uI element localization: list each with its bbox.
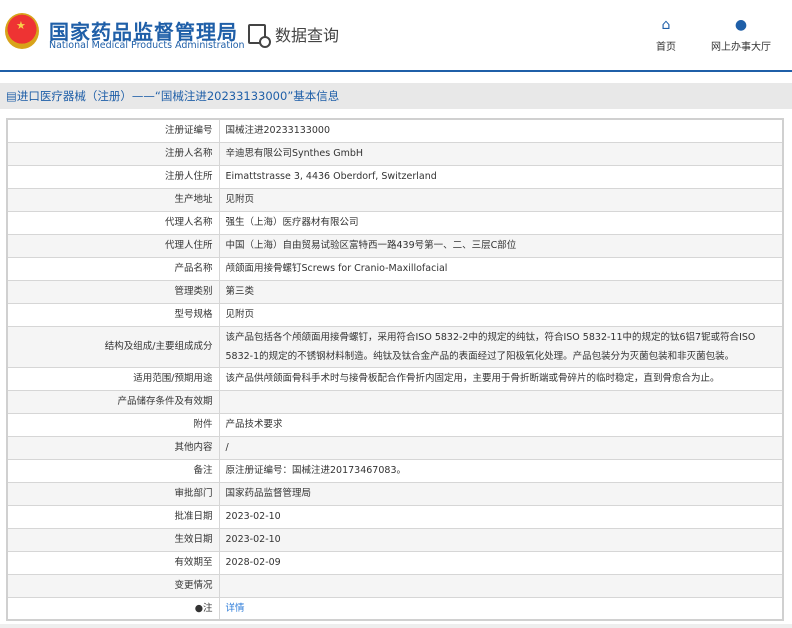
table-row: 其他内容 / xyxy=(6,435,784,460)
field-value: 产品技术要求 xyxy=(218,412,784,437)
field-label: 结构及组成/主要组成成分 xyxy=(6,325,220,368)
field-label: 生产地址 xyxy=(6,187,220,212)
field-value: 颅颌面用接骨螺钉Screws for Cranio-Maxillofacial xyxy=(218,256,784,281)
field-value: 2023-02-10 xyxy=(218,527,784,552)
document-search-icon xyxy=(248,24,271,48)
field-label: 批准日期 xyxy=(6,504,220,529)
table-row: 结构及组成/主要组成成分 该产品包括各个颅颌面用接骨螺钉，采用符合ISO 5832… xyxy=(6,325,784,368)
table-row: 产品名称 颅颌面用接骨螺钉Screws for Cranio-Maxillofac… xyxy=(6,256,784,281)
table-row: 备注 原注册证编号：国械注进20173467083。 xyxy=(6,458,784,483)
field-label: 注册人名称 xyxy=(6,141,220,166)
table-row: 生效日期 2023-02-10 xyxy=(6,527,784,552)
field-label: 备注 xyxy=(6,458,220,483)
field-value: 原注册证编号：国械注进20173467083。 xyxy=(218,458,784,483)
field-value: 国械注进20233133000 xyxy=(218,118,784,143)
field-label: 管理类别 xyxy=(6,279,220,304)
field-value xyxy=(218,389,784,414)
section-title: 进口医疗器械（注册）——“国械注进20233133000”基本信息 xyxy=(16,89,340,103)
table-row: 有效期至 2028-02-09 xyxy=(6,550,784,575)
pin-icon: ● xyxy=(194,602,203,614)
table-row-note: ●注 详情 xyxy=(6,596,784,621)
field-label: 代理人住所 xyxy=(6,233,220,258)
table-row: 批准日期 2023-02-10 xyxy=(6,504,784,529)
user-icon: ● xyxy=(734,17,748,33)
table-row: 适用范围/预期用途 该产品供颅颌面骨科手术时与接骨板配合作骨折内固定用，主要用于骨… xyxy=(6,366,784,391)
field-value: 2028-02-09 xyxy=(218,550,784,575)
field-label: 型号规格 xyxy=(6,302,220,327)
national-emblem-logo xyxy=(5,13,39,49)
section-title-bar: ▤进口医疗器械（注册）——“国械注进20233133000”基本信息 xyxy=(0,83,792,109)
field-value: 2023-02-10 xyxy=(218,504,784,529)
table-row: 代理人名称 强生（上海）医疗器材有限公司 xyxy=(6,210,784,235)
field-value: 见附页 xyxy=(218,187,784,212)
field-label: 其他内容 xyxy=(6,435,220,460)
field-value: 中国（上海）自由贸易试验区富特西一路439号第一、二、三层C部位 xyxy=(218,233,784,258)
field-value: / xyxy=(218,435,784,460)
nav-online-hall[interactable]: ● 网上办事大厅 xyxy=(711,18,771,53)
table-row: 变更情况 xyxy=(6,573,784,598)
site-header: 国家药品监督管理局 National Medical Products Admi… xyxy=(0,0,792,72)
field-label: 变更情况 xyxy=(6,573,220,598)
field-label: 附件 xyxy=(6,412,220,437)
field-label: 注册人住所 xyxy=(6,164,220,189)
table-row: 代理人住所 中国（上海）自由贸易试验区富特西一路439号第一、二、三层C部位 xyxy=(6,233,784,258)
field-label: 生效日期 xyxy=(6,527,220,552)
field-label: 产品名称 xyxy=(6,256,220,281)
field-label: 代理人名称 xyxy=(6,210,220,235)
table-row: 产品储存条件及有效期 xyxy=(6,389,784,414)
table-row: 审批部门 国家药品监督管理局 xyxy=(6,481,784,506)
query-label: 数据查询 xyxy=(275,26,340,45)
field-value: 强生（上海）医疗器材有限公司 xyxy=(218,210,784,235)
field-value: Eimattstrasse 3, 4436 Oberdorf, Switzerl… xyxy=(218,164,784,189)
table-row: 管理类别 第三类 xyxy=(6,279,784,304)
table-row: 型号规格 见附页 xyxy=(6,302,784,327)
field-value: 见附页 xyxy=(218,302,784,327)
field-label: 适用范围/预期用途 xyxy=(6,366,220,391)
nav-online-hall-label: 网上办事大厅 xyxy=(711,42,771,53)
field-label: 有效期至 xyxy=(6,550,220,575)
field-value: 详情 xyxy=(218,596,784,621)
table-row: 注册证编号 国械注进20233133000 xyxy=(6,118,784,143)
field-value: 该产品供颅颌面骨科手术时与接骨板配合作骨折内固定用，主要用于骨折断端或骨碎片的临… xyxy=(218,366,784,391)
table-row: 生产地址 见附页 xyxy=(6,187,784,212)
field-label: 审批部门 xyxy=(6,481,220,506)
site-subtitle: National Medical Products Administration xyxy=(49,40,245,51)
field-value: 第三类 xyxy=(218,279,784,304)
table-row: 注册人名称 辛迪思有限公司Synthes GmbH xyxy=(6,141,784,166)
details-link[interactable]: 详情 xyxy=(226,603,245,614)
nav-home-label: 首页 xyxy=(656,42,676,53)
field-value: 国家药品监督管理局 xyxy=(218,481,784,506)
field-label: 产品储存条件及有效期 xyxy=(6,389,220,414)
home-icon: ⌂ xyxy=(661,17,671,33)
document-icon: ▤ xyxy=(6,89,17,103)
nav-home[interactable]: ⌂ 首页 xyxy=(656,18,676,53)
data-query-heading: 数据查询 xyxy=(248,22,340,48)
note-label: 注 xyxy=(202,602,213,614)
table-row: 附件 产品技术要求 xyxy=(6,412,784,437)
field-label: ●注 xyxy=(6,596,220,621)
field-value: 辛迪思有限公司Synthes GmbH xyxy=(218,141,784,166)
field-value: 该产品包括各个颅颌面用接骨螺钉，采用符合ISO 5832-2中的规定的纯钛，符合… xyxy=(218,325,784,368)
table-row: 注册人住所 Eimattstrasse 3, 4436 Oberdorf, Swi… xyxy=(6,164,784,189)
info-table: 注册证编号 国械注进20233133000 注册人名称 辛迪思有限公司Synthes … xyxy=(6,118,784,621)
field-label: 注册证编号 xyxy=(6,118,220,143)
field-value xyxy=(218,573,784,598)
footer-divider xyxy=(0,624,792,628)
